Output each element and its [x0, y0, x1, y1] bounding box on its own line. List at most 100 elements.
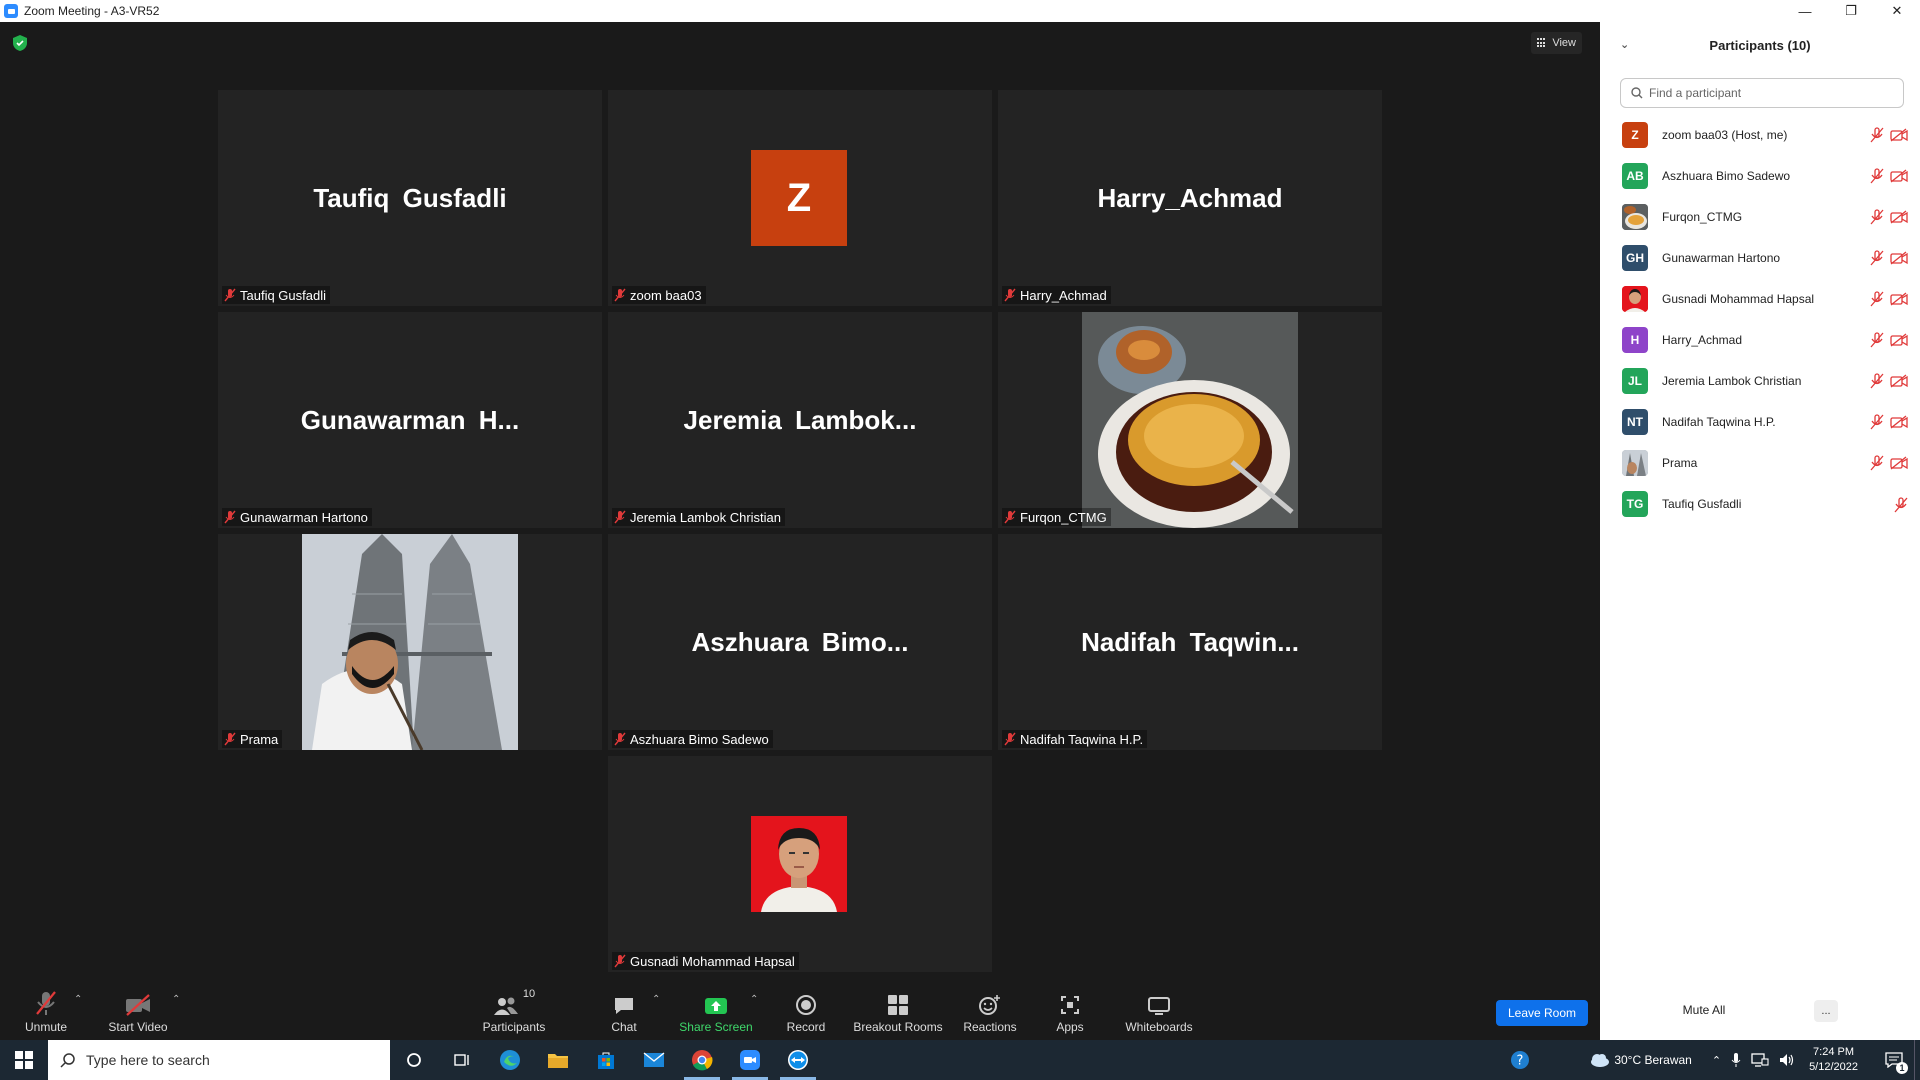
- video-off-icon: [1890, 169, 1908, 183]
- breakout-rooms-button[interactable]: Breakout Rooms: [852, 980, 944, 1040]
- start-button[interactable]: [0, 1040, 48, 1080]
- windows-taskbar: Type here to search ? 30°C Berawan ⌃ 7:2…: [0, 1040, 1920, 1080]
- apps-button[interactable]: Apps: [1052, 980, 1088, 1040]
- mic-muted-icon: [224, 288, 236, 302]
- whiteboards-button[interactable]: Whiteboards: [1122, 980, 1196, 1040]
- mic-muted-icon: [614, 732, 626, 746]
- cortana-icon[interactable]: [390, 1040, 438, 1080]
- show-hidden-icons-caret[interactable]: ⌃: [1712, 1054, 1721, 1067]
- participant-row[interactable]: Prama: [1600, 442, 1920, 483]
- video-tile[interactable]: Z zoom baa03: [608, 90, 992, 306]
- video-tile[interactable]: Taufiq Gusfadli Taufiq Gusfadli: [218, 90, 602, 306]
- tile-display-name: Jeremia Lambok...: [683, 404, 917, 435]
- video-off-icon: [1890, 374, 1908, 388]
- collapse-chevron-icon[interactable]: ⌄: [1620, 38, 1629, 51]
- restore-button[interactable]: ❐: [1828, 0, 1874, 22]
- file-explorer-icon[interactable]: [534, 1040, 582, 1080]
- encryption-shield-icon[interactable]: [12, 34, 28, 52]
- tile-label: Aszhuara Bimo Sadewo: [612, 730, 773, 748]
- search-input[interactable]: [1649, 86, 1889, 100]
- video-tile[interactable]: Aszhuara Bimo... Aszhuara Bimo Sadewo: [608, 534, 992, 750]
- start-video-button[interactable]: Start Video: [104, 980, 172, 1040]
- participant-name: Gusnadi Mohammad Hapsal: [1662, 291, 1815, 306]
- help-icon[interactable]: ?: [1500, 1040, 1540, 1080]
- audio-options-caret[interactable]: ⌃: [74, 994, 82, 1005]
- panel-header: ⌄ Participants (10): [1600, 22, 1920, 68]
- avatar: Z: [1622, 121, 1648, 148]
- participant-name: Taufiq Gusfadli: [1662, 496, 1742, 511]
- video-tile[interactable]: Jeremia Lambok... Jeremia Lambok Christi…: [608, 312, 992, 528]
- network-icon[interactable]: [1751, 1053, 1769, 1067]
- close-button[interactable]: ✕: [1874, 0, 1920, 22]
- zoom-icon[interactable]: [726, 1040, 774, 1080]
- reactions-button[interactable]: Reactions: [960, 980, 1020, 1040]
- show-desktop-button[interactable]: [1914, 1040, 1920, 1080]
- record-button[interactable]: Record: [782, 980, 830, 1040]
- weather-text[interactable]: 30°C Berawan: [1614, 1053, 1692, 1067]
- task-view-icon[interactable]: [438, 1040, 486, 1080]
- mic-muted-icon: [1870, 168, 1884, 184]
- mic-muted-icon: [1004, 732, 1016, 746]
- video-tile[interactable]: Furqon_CTMG: [998, 312, 1382, 528]
- search-icon: [1631, 87, 1643, 99]
- tile-display-name: Taufiq Gusfadli: [313, 182, 507, 213]
- windows-logo-icon: [15, 1051, 33, 1069]
- speaker-icon[interactable]: [1779, 1053, 1795, 1067]
- record-icon: [796, 995, 816, 1015]
- leave-room-button[interactable]: Leave Room: [1496, 1000, 1588, 1026]
- mic-muted-icon: [1004, 288, 1016, 302]
- more-options-button[interactable]: ...: [1814, 1000, 1838, 1022]
- participant-row[interactable]: Z zoom baa03 (Host, me): [1600, 114, 1920, 155]
- mic-muted-icon: [224, 732, 236, 746]
- chat-button[interactable]: Chat: [606, 980, 642, 1040]
- video-tile[interactable]: Prama: [218, 534, 602, 750]
- participant-row[interactable]: GH Gunawarman Hartono: [1600, 237, 1920, 278]
- video-tile[interactable]: Harry_Achmad Harry_Achmad: [998, 90, 1382, 306]
- clock[interactable]: 7:24 PM 5/12/2022: [1809, 1045, 1858, 1075]
- participants-button[interactable]: 10 Participants: [478, 980, 550, 1040]
- panel-title: Participants (10): [1709, 37, 1811, 53]
- unmute-button[interactable]: Unmute: [18, 980, 74, 1040]
- avatar: H: [1622, 326, 1648, 353]
- participant-row[interactable]: Furqon_CTMG: [1600, 196, 1920, 237]
- chrome-icon[interactable]: [678, 1040, 726, 1080]
- tile-label: Gunawarman Hartono: [222, 508, 372, 526]
- chat-options-caret[interactable]: ⌃: [652, 994, 660, 1005]
- chat-icon: [615, 998, 633, 1014]
- video-tile[interactable]: Gusnadi Mohammad Hapsal: [608, 756, 992, 972]
- participant-row[interactable]: Gusnadi Mohammad Hapsal: [1600, 278, 1920, 319]
- mic-muted-icon: [1870, 455, 1884, 471]
- video-tile[interactable]: Nadifah Taqwin... Nadifah Taqwina H.P.: [998, 534, 1382, 750]
- share-screen-icon: [705, 998, 727, 1014]
- panel-footer: Mute All ...: [1600, 984, 1920, 1040]
- participant-row[interactable]: TG Taufiq Gusfadli: [1600, 483, 1920, 524]
- cloud-weather-icon[interactable]: [1588, 1052, 1610, 1068]
- mute-all-button[interactable]: Mute All: [1672, 998, 1736, 1022]
- notification-center-button[interactable]: 1: [1874, 1040, 1914, 1080]
- mail-icon[interactable]: [630, 1040, 678, 1080]
- edge-icon[interactable]: [486, 1040, 534, 1080]
- participant-row[interactable]: NT Nadifah Taqwina H.P.: [1600, 401, 1920, 442]
- participant-row[interactable]: AB Aszhuara Bimo Sadewo: [1600, 155, 1920, 196]
- clock-time: 7:24 PM: [1813, 1046, 1855, 1058]
- mic-muted-icon: [1870, 250, 1884, 266]
- taskbar-search-box[interactable]: Type here to search: [48, 1040, 390, 1080]
- share-screen-button[interactable]: Share Screen: [678, 980, 754, 1040]
- video-tile[interactable]: Gunawarman H... Gunawarman Hartono: [218, 312, 602, 528]
- creme-brulee-avatar: [1622, 203, 1648, 230]
- share-options-caret[interactable]: ⌃: [750, 994, 758, 1005]
- mic-muted-icon: [614, 288, 626, 302]
- participant-row[interactable]: JL Jeremia Lambok Christian: [1600, 360, 1920, 401]
- microsoft-store-icon[interactable]: [582, 1040, 630, 1080]
- minimize-button[interactable]: —: [1782, 0, 1828, 22]
- participant-name: Furqon_CTMG: [1662, 209, 1743, 224]
- avatar: AB: [1622, 162, 1648, 189]
- video-options-caret[interactable]: ⌃: [172, 994, 180, 1005]
- participant-row[interactable]: H Harry_Achmad: [1600, 319, 1920, 360]
- teamviewer-icon[interactable]: [774, 1040, 822, 1080]
- selfie-avatar: [1622, 449, 1648, 476]
- view-button[interactable]: View: [1531, 32, 1582, 54]
- mic-muted-icon: [1870, 373, 1884, 389]
- video-off-icon: [126, 994, 150, 1016]
- microphone-icon[interactable]: [1731, 1052, 1741, 1068]
